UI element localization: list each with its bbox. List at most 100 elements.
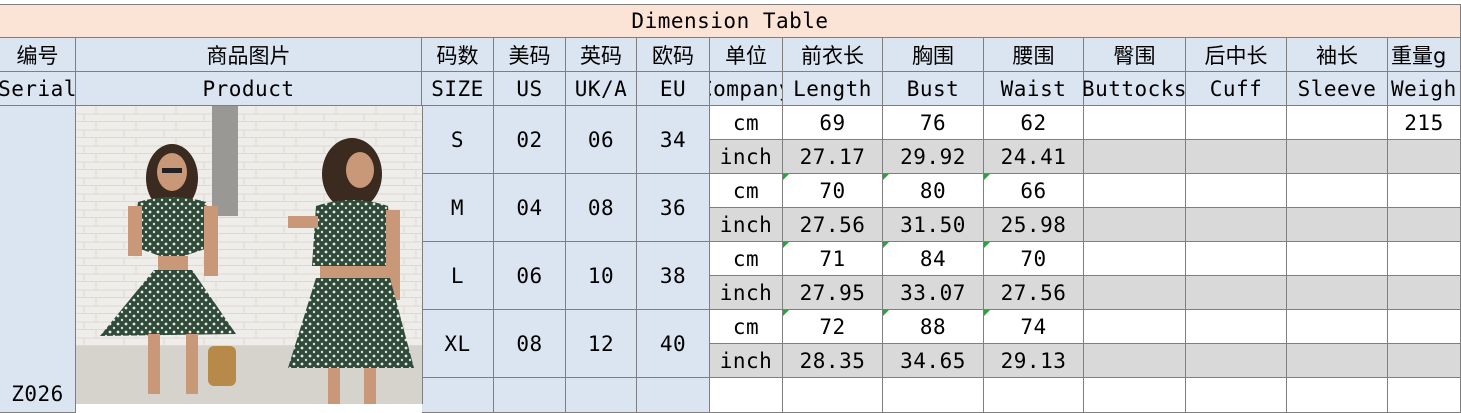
- cell-inch-length: 27.95: [783, 276, 883, 310]
- cell-inch-bust: 34.65: [883, 344, 984, 378]
- header-cn-bust: 胸围: [883, 38, 984, 72]
- cell-cm-cuff: [1186, 310, 1287, 344]
- header-en-sleeve: Sleeve: [1287, 72, 1388, 106]
- cell-cm-waist: 62: [984, 106, 1084, 140]
- product-image: [76, 106, 423, 404]
- cell-cm-waist: 70: [984, 242, 1084, 276]
- cell-inch-weight: [1388, 344, 1461, 378]
- cell-us: 02: [494, 106, 566, 174]
- header-cn-unit: 单位: [710, 38, 783, 72]
- header-en-product: Product: [76, 72, 422, 106]
- cell-cm-buttocks: [1084, 310, 1186, 344]
- header-en-weight: Weigh: [1388, 72, 1461, 106]
- cell-cm-length: 70: [783, 174, 883, 208]
- cell-eu: 34: [637, 106, 710, 174]
- cell-eu: 36: [637, 174, 710, 242]
- header-cn-us: 美码: [494, 38, 566, 72]
- cell-cm-waist: 74: [984, 310, 1084, 344]
- cell-cm-weight: [1388, 174, 1461, 208]
- cell-empty-uk: [566, 378, 637, 413]
- cell-cm-bust: 84: [883, 242, 984, 276]
- cell-size: M: [422, 174, 494, 242]
- cell-cm-cuff: [1186, 242, 1287, 276]
- cell-empty-weight: [1388, 378, 1461, 413]
- cell-empty-cuff: [1186, 378, 1287, 413]
- cell-inch-unit: inch: [710, 208, 783, 242]
- header-en-eu: EU: [637, 72, 710, 106]
- cell-inch-sleeve: [1287, 208, 1388, 242]
- cell-inch-unit: inch: [710, 344, 783, 378]
- cell-empty-eu: [637, 378, 710, 413]
- cell-cm-cuff: [1186, 174, 1287, 208]
- cell-inch-cuff: [1186, 140, 1287, 174]
- cell-cm-sleeve: [1287, 310, 1388, 344]
- cell-empty-length: [783, 378, 883, 413]
- cell-inch-waist: 25.98: [984, 208, 1084, 242]
- cell-inch-bust: 33.07: [883, 276, 984, 310]
- cell-cm-length: 69: [783, 106, 883, 140]
- cell-cm-weight: 215: [1388, 106, 1461, 140]
- cell-inch-sleeve: [1287, 140, 1388, 174]
- header-en-bust: Bust: [883, 72, 984, 106]
- cell-cm-waist: 66: [984, 174, 1084, 208]
- header-en-uk: UK/A: [566, 72, 637, 106]
- serial-value: Z026: [0, 106, 76, 413]
- cell-cm-buttocks: [1084, 106, 1186, 140]
- cell-cm-length: 72: [783, 310, 883, 344]
- header-en-us: US: [494, 72, 566, 106]
- cell-cm-sleeve: [1287, 242, 1388, 276]
- cell-empty-sleeve: [1287, 378, 1388, 413]
- header-cn-product: 商品图片: [76, 38, 422, 72]
- cell-us: 08: [494, 310, 566, 378]
- cell-empty-buttocks: [1084, 378, 1186, 413]
- cell-size: S: [422, 106, 494, 174]
- header-cn-length: 前衣长: [783, 38, 883, 72]
- header-en-buttocks: Buttocks: [1084, 72, 1186, 106]
- cell-empty-us: [494, 378, 566, 413]
- table-title: Dimension Table: [0, 4, 1461, 38]
- cell-inch-buttocks: [1084, 140, 1186, 174]
- cell-inch-cuff: [1186, 208, 1287, 242]
- cell-inch-weight: [1388, 276, 1461, 310]
- cell-inch-length: 27.56: [783, 208, 883, 242]
- header-cn-serial: 编号: [0, 38, 76, 72]
- header-en-waist: Waist: [984, 72, 1084, 106]
- cell-cm-bust: 76: [883, 106, 984, 140]
- cell-cm-weight: [1388, 310, 1461, 344]
- header-cn-cuff: 后中长: [1186, 38, 1287, 72]
- cell-inch-cuff: [1186, 344, 1287, 378]
- header-cn-weight: 重量g: [1388, 38, 1461, 72]
- cell-cm-sleeve: [1287, 174, 1388, 208]
- cell-inch-buttocks: [1084, 344, 1186, 378]
- cell-uk: 10: [566, 242, 637, 310]
- header-cn-size: 码数: [422, 38, 494, 72]
- cell-cm-buttocks: [1084, 242, 1186, 276]
- cell-inch-unit: inch: [710, 276, 783, 310]
- header-cn-waist: 腰围: [984, 38, 1084, 72]
- cell-cm-bust: 80: [883, 174, 984, 208]
- cell-inch-sleeve: [1287, 344, 1388, 378]
- cell-inch-weight: [1388, 208, 1461, 242]
- cell-empty-waist: [984, 378, 1084, 413]
- cell-cm-unit: cm: [710, 242, 783, 276]
- cell-size: XL: [422, 310, 494, 378]
- cell-size: L: [422, 242, 494, 310]
- cell-inch-cuff: [1186, 276, 1287, 310]
- cell-cm-unit: cm: [710, 310, 783, 344]
- cell-uk: 06: [566, 106, 637, 174]
- cell-cm-weight: [1388, 242, 1461, 276]
- cell-empty-unit: [710, 378, 783, 413]
- header-en-cuff: Cuff: [1186, 72, 1287, 106]
- cell-inch-waist: 27.56: [984, 276, 1084, 310]
- cell-inch-bust: 29.92: [883, 140, 984, 174]
- cell-inch-length: 28.35: [783, 344, 883, 378]
- cell-inch-waist: 29.13: [984, 344, 1084, 378]
- cell-cm-unit: cm: [710, 174, 783, 208]
- header-en-size: SIZE: [422, 72, 494, 106]
- cell-cm-length: 71: [783, 242, 883, 276]
- cell-eu: 38: [637, 242, 710, 310]
- cell-uk: 12: [566, 310, 637, 378]
- cell-inch-buttocks: [1084, 208, 1186, 242]
- cell-inch-sleeve: [1287, 276, 1388, 310]
- product-photo-dress: [76, 106, 422, 404]
